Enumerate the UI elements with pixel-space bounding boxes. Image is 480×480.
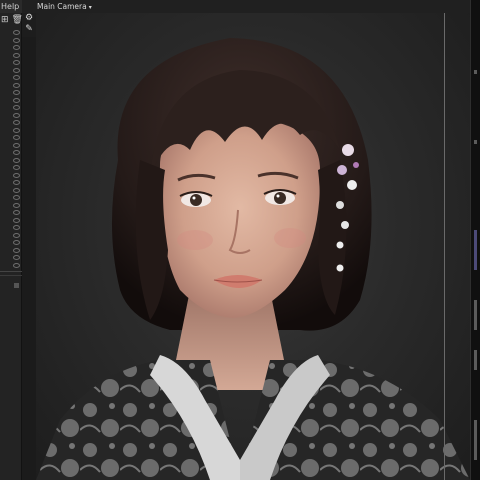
eye-icon[interactable] [13, 37, 20, 43]
viewport-frame-edge [444, 13, 445, 480]
gear-icon[interactable]: ⚙ [22, 13, 36, 24]
eye-icon[interactable] [13, 75, 20, 81]
add-icon[interactable]: ⊞ [1, 15, 9, 25]
outliner-row[interactable] [2, 104, 20, 112]
eye-icon[interactable] [13, 105, 20, 111]
chevron-down-icon: ▾ [88, 4, 92, 11]
outliner-row[interactable] [2, 119, 20, 127]
outliner-row[interactable] [2, 134, 20, 142]
eye-icon[interactable] [13, 232, 20, 238]
eye-icon[interactable] [13, 135, 20, 141]
camera-selector[interactable]: Main Camera ▾ [37, 1, 92, 13]
outliner-row[interactable] [2, 59, 20, 67]
outliner-row[interactable] [2, 74, 20, 82]
panel-marker [474, 140, 477, 144]
panel-marker [474, 300, 477, 330]
outliner-row[interactable] [2, 44, 20, 52]
eye-icon[interactable] [13, 127, 20, 133]
outliner-row[interactable] [2, 262, 20, 270]
panel-marker [474, 350, 477, 370]
eye-icon[interactable] [13, 157, 20, 163]
outliner-row[interactable] [2, 247, 20, 255]
eye-icon[interactable] [13, 225, 20, 231]
outliner-row[interactable] [2, 127, 20, 135]
eye-icon[interactable] [13, 112, 20, 118]
eye-icon[interactable] [13, 247, 20, 253]
outliner-row[interactable] [2, 179, 20, 187]
outliner-row[interactable] [2, 239, 20, 247]
eye-icon[interactable] [13, 240, 20, 246]
panel-button[interactable] [14, 283, 19, 288]
menu-help[interactable]: Help [0, 0, 22, 13]
outliner-row[interactable] [2, 157, 20, 165]
outliner-row[interactable] [2, 172, 20, 180]
outliner-row[interactable] [2, 217, 20, 225]
eye-icon[interactable] [13, 30, 20, 36]
outliner-row[interactable] [2, 97, 20, 105]
panel-marker [474, 70, 477, 74]
eye-icon[interactable] [13, 255, 20, 261]
outliner-row[interactable] [2, 89, 20, 97]
eye-icon[interactable] [13, 195, 20, 201]
outliner-row[interactable] [2, 149, 20, 157]
eye-icon[interactable] [13, 60, 20, 66]
render-image [36, 38, 470, 480]
panel-marker [474, 420, 477, 460]
outliner-row[interactable] [2, 209, 20, 217]
outliner-row[interactable] [2, 187, 20, 195]
eye-icon[interactable] [13, 202, 20, 208]
eye-icon[interactable] [13, 52, 20, 58]
eye-icon[interactable] [13, 82, 20, 88]
properties-panel [470, 0, 480, 480]
viewport-tool-strip: ⚙ ✎ [22, 13, 36, 37]
outliner-row[interactable] [2, 82, 20, 90]
eye-icon[interactable] [13, 120, 20, 126]
eye-icon[interactable] [13, 90, 20, 96]
outliner-row[interactable] [2, 224, 20, 232]
eye-icon[interactable] [13, 217, 20, 223]
panel-divider [0, 275, 22, 276]
panel-divider [0, 271, 22, 272]
outliner-row[interactable] [2, 37, 20, 45]
eye-icon[interactable] [13, 45, 20, 51]
outliner-row[interactable] [2, 254, 20, 262]
eye-icon[interactable] [13, 67, 20, 73]
outliner-row[interactable] [2, 29, 20, 37]
visibility-list [2, 29, 20, 269]
eye-icon[interactable] [13, 262, 20, 268]
outliner-toolbar: ⊞ 🗑 [0, 13, 23, 27]
outliner-row[interactable] [2, 52, 20, 60]
outliner-row[interactable] [2, 112, 20, 120]
render-viewport[interactable] [36, 13, 470, 480]
outliner-panel: ⊞ 🗑 [0, 13, 23, 480]
outliner-row[interactable] [2, 164, 20, 172]
app-window: Help Main Camera ▾ ⊞ 🗑 ⚙ ✎ [0, 0, 480, 480]
outliner-row[interactable] [2, 232, 20, 240]
panel-marker [474, 230, 477, 270]
outliner-row[interactable] [2, 202, 20, 210]
brush-icon[interactable]: ✎ [22, 24, 36, 35]
eye-icon[interactable] [13, 187, 20, 193]
outliner-row[interactable] [2, 142, 20, 150]
eye-icon[interactable] [13, 180, 20, 186]
outliner-row[interactable] [2, 67, 20, 75]
eye-icon[interactable] [13, 97, 20, 103]
eye-icon[interactable] [13, 150, 20, 156]
eye-icon[interactable] [13, 142, 20, 148]
camera-label: Main Camera [37, 2, 87, 11]
eye-icon[interactable] [13, 165, 20, 171]
eye-icon[interactable] [13, 210, 20, 216]
eye-icon[interactable] [13, 172, 20, 178]
outliner-row[interactable] [2, 194, 20, 202]
